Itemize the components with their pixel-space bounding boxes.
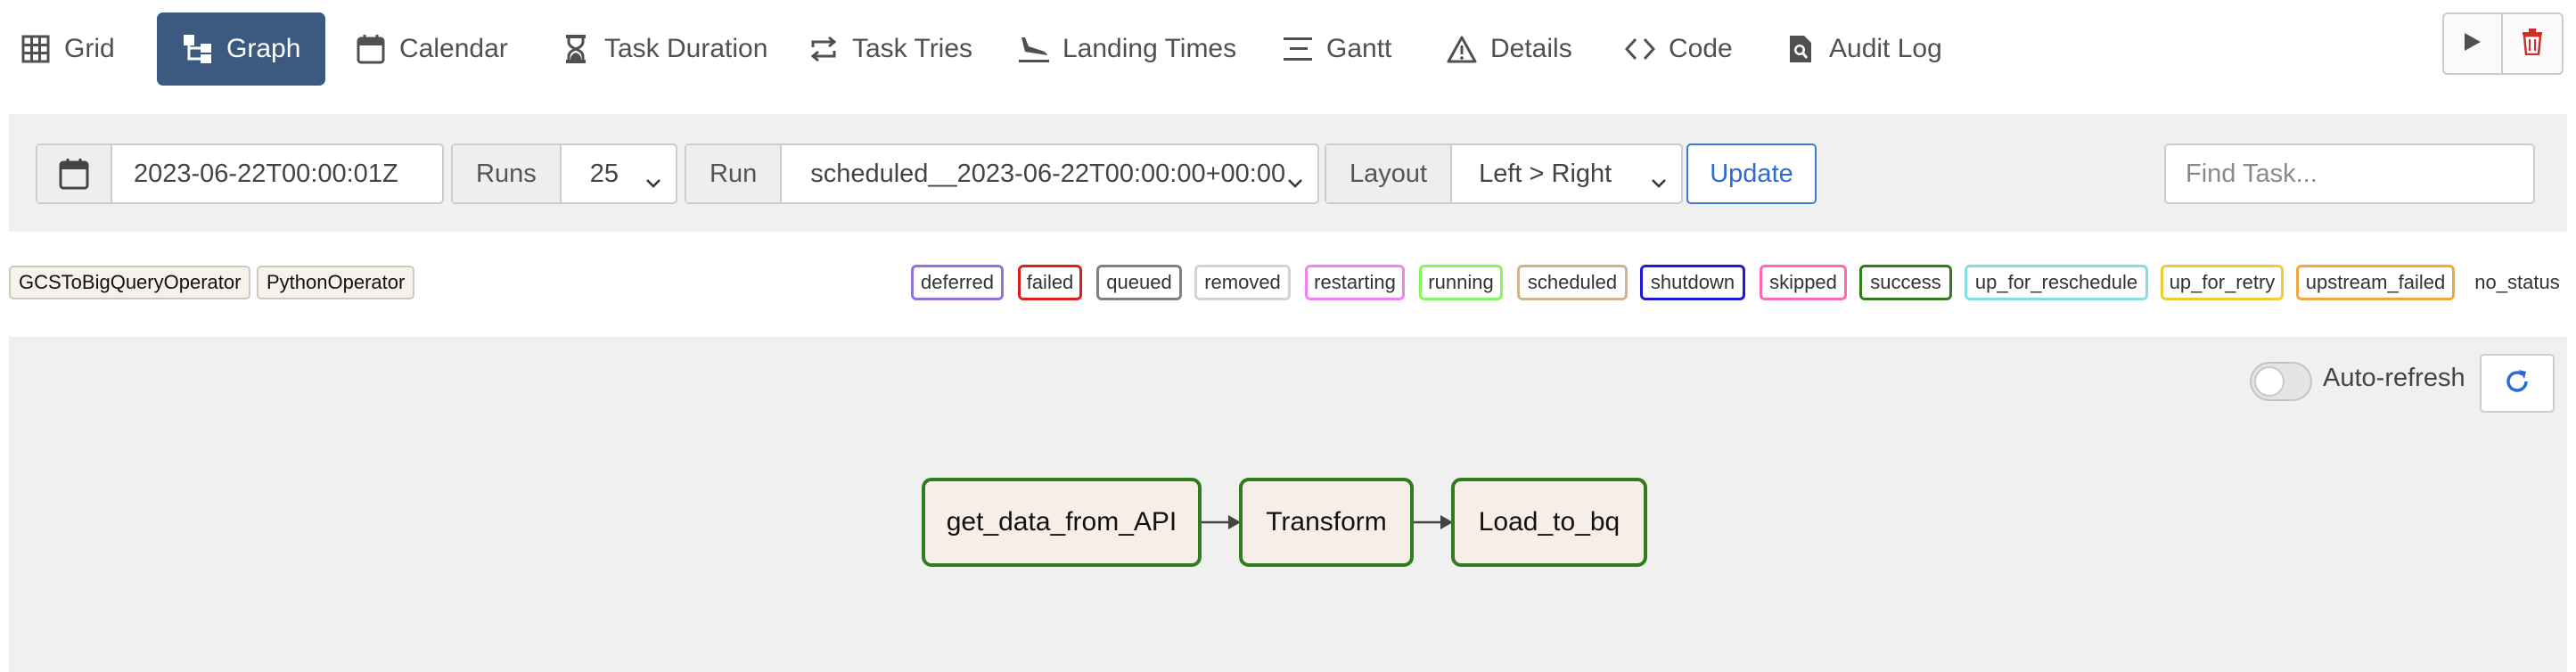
run-value: scheduled__2023-06-22T00:00:00+00:00	[810, 159, 1286, 188]
grid-icon	[20, 33, 52, 65]
state-legend-no-status[interactable]: no_status	[2465, 265, 2569, 300]
plane-landing-icon	[1018, 33, 1050, 65]
code-icon	[1624, 33, 1656, 65]
state-legend-upstream-failed[interactable]: upstream_failed	[2296, 265, 2455, 300]
tab-label: Grid	[64, 34, 115, 63]
tab-landing-times[interactable]: Landing Times	[1018, 12, 1236, 86]
graph-toolbar: 2023-06-22T00:00:01Z Runs 25 Run schedul…	[9, 114, 2567, 232]
tab-gantt[interactable]: Gantt	[1282, 12, 1391, 86]
state-legend-removed[interactable]: removed	[1194, 265, 1291, 300]
run-select[interactable]: Run scheduled__2023-06-22T00:00:00+00:00	[685, 143, 1319, 204]
state-legend-restarting[interactable]: restarting	[1305, 265, 1405, 300]
tab-label: Graph	[226, 34, 301, 63]
calendar-icon	[355, 33, 387, 65]
graph-icon	[182, 33, 214, 65]
tab-details[interactable]: Details	[1446, 12, 1572, 86]
refresh-icon	[2503, 367, 2531, 400]
runs-label: Runs	[453, 145, 562, 202]
base-date-value: 2023-06-22T00:00:01Z	[134, 159, 398, 188]
state-legend-skipped[interactable]: skipped	[1760, 265, 1847, 300]
chevron-down-icon	[1287, 167, 1303, 196]
refresh-button[interactable]	[2480, 354, 2555, 413]
tab-label: Calendar	[399, 34, 508, 63]
tab-audit-log[interactable]: Audit Log	[1784, 12, 1942, 86]
gantt-icon	[1282, 33, 1314, 65]
warning-triangle-icon	[1446, 33, 1478, 65]
tab-label: Code	[1669, 34, 1733, 63]
layout-select[interactable]: Layout Left > Right	[1325, 143, 1683, 204]
tab-grid[interactable]: Grid	[20, 12, 115, 86]
toggle-knob	[2254, 366, 2285, 397]
task-node-transform[interactable]: Transform	[1239, 478, 1414, 567]
state-legend-scheduled[interactable]: scheduled	[1517, 265, 1628, 300]
delete-dag-button[interactable]	[2503, 12, 2564, 75]
operator-legend-python[interactable]: PythonOperator	[257, 266, 415, 299]
state-legend-failed[interactable]: failed	[1018, 265, 1082, 300]
state-legend-up-for-retry[interactable]: up_for_retry	[2161, 265, 2284, 300]
layout-value: Left > Right	[1479, 159, 1612, 188]
task-node-load-to-bq[interactable]: Load_to_bq	[1451, 478, 1647, 567]
chevron-down-icon	[645, 167, 661, 196]
hourglass-icon	[560, 33, 592, 65]
trigger-dag-button[interactable]	[2442, 12, 2503, 75]
update-button[interactable]: Update	[1686, 143, 1817, 204]
runs-value: 25	[589, 159, 619, 188]
tab-graph[interactable]: Graph	[157, 12, 326, 86]
tab-label: Details	[1490, 34, 1572, 63]
state-legend-deferred[interactable]: deferred	[911, 265, 1004, 300]
tab-label: Landing Times	[1062, 34, 1237, 63]
tab-code[interactable]: Code	[1624, 12, 1733, 86]
tab-label: Task Tries	[852, 34, 973, 63]
dag-view-tabs: Grid Graph Calendar Task Duration Task T…	[20, 12, 2426, 86]
state-legend-up-for-reschedule[interactable]: up_for_reschedule	[1965, 265, 2148, 300]
operator-legend-gcstobigquery[interactable]: GCSToBigQueryOperator	[9, 266, 251, 299]
tab-label: Gantt	[1326, 34, 1392, 63]
tab-task-duration[interactable]: Task Duration	[560, 12, 767, 86]
state-legend-queued[interactable]: queued	[1096, 265, 1182, 300]
find-task-input[interactable]	[2164, 143, 2535, 204]
run-label: Run	[686, 145, 783, 202]
layout-label: Layout	[1326, 145, 1453, 202]
file-search-icon	[1784, 33, 1817, 65]
tab-task-tries[interactable]: Task Tries	[808, 12, 972, 86]
state-legend-shutdown[interactable]: shutdown	[1640, 265, 1745, 300]
state-legend-success[interactable]: success	[1859, 265, 1952, 300]
auto-refresh-toggle[interactable]	[2250, 362, 2312, 401]
chevron-down-icon	[1651, 167, 1667, 196]
trash-icon	[2522, 28, 2543, 60]
state-legend-running[interactable]: running	[1419, 265, 1503, 300]
tab-label: Task Duration	[604, 34, 768, 63]
calendar-icon	[37, 145, 112, 202]
base-date-picker[interactable]: 2023-06-22T00:00:01Z	[36, 143, 444, 204]
play-icon	[2463, 31, 2482, 57]
task-node-get-data-from-api[interactable]: get_data_from_API	[922, 478, 1202, 567]
auto-refresh-label: Auto-refresh	[2323, 364, 2465, 392]
retry-icon	[808, 33, 840, 65]
tab-label: Audit Log	[1829, 34, 1942, 63]
runs-select[interactable]: Runs 25	[451, 143, 677, 204]
tab-calendar[interactable]: Calendar	[355, 12, 508, 86]
